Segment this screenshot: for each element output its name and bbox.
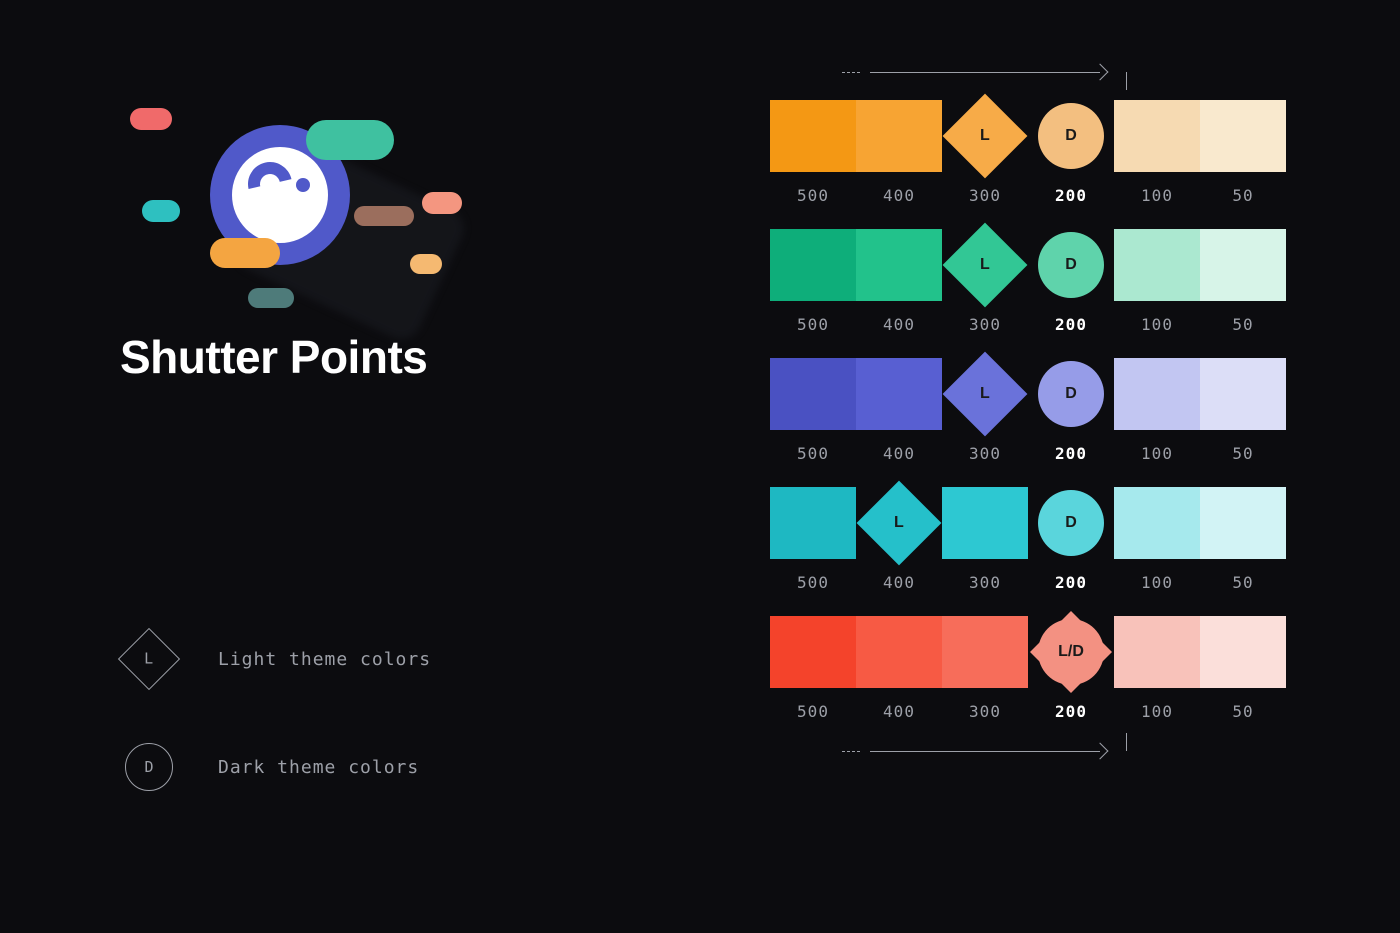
swatch bbox=[942, 616, 1028, 688]
swatch bbox=[1114, 100, 1200, 172]
color-ramps: LD50040030020010050LD50040030020010050LD… bbox=[770, 66, 1286, 771]
swatch bbox=[1114, 616, 1200, 688]
decor-pill bbox=[248, 288, 294, 308]
scale-label: 500 bbox=[770, 573, 856, 592]
legend-light-label: Light theme colors bbox=[218, 649, 431, 670]
swatch bbox=[1200, 358, 1286, 430]
swatch bbox=[770, 100, 856, 172]
swatch: L bbox=[856, 487, 942, 559]
swatch: L bbox=[942, 229, 1028, 301]
swatch: L/D bbox=[1028, 616, 1114, 688]
ramp-orange: LD 50040030020010050 bbox=[770, 100, 1286, 205]
scale-label: 100 bbox=[1114, 702, 1200, 721]
scale-label: 500 bbox=[770, 186, 856, 205]
scale-label: 100 bbox=[1114, 444, 1200, 463]
swatch bbox=[1200, 229, 1286, 301]
swatch: L bbox=[942, 100, 1028, 172]
scale-label: 50 bbox=[1200, 444, 1286, 463]
circle-icon: D bbox=[125, 743, 173, 791]
scale-label: 100 bbox=[1114, 573, 1200, 592]
scale-label: 500 bbox=[770, 315, 856, 334]
page-title: Shutter Points bbox=[120, 330, 640, 384]
decor-pill bbox=[422, 192, 462, 214]
scale-label: 400 bbox=[856, 702, 942, 721]
swatch: D bbox=[1028, 100, 1114, 172]
scale-label: 300 bbox=[942, 573, 1028, 592]
swatch bbox=[1114, 487, 1200, 559]
swatch bbox=[856, 100, 942, 172]
scale-label: 400 bbox=[856, 444, 942, 463]
swatch bbox=[770, 358, 856, 430]
swatch bbox=[1114, 229, 1200, 301]
diamond-icon: L bbox=[118, 628, 180, 690]
swatch bbox=[1200, 616, 1286, 688]
ramp-cyan: L D 50040030020010050 bbox=[770, 487, 1286, 592]
scale-label: 50 bbox=[1200, 702, 1286, 721]
swatch bbox=[770, 229, 856, 301]
scale-label: 50 bbox=[1200, 573, 1286, 592]
scale-arrow-top bbox=[870, 66, 1286, 92]
swatch: L bbox=[942, 358, 1028, 430]
scale-arrow-bottom bbox=[870, 745, 1286, 771]
scale-label: 500 bbox=[770, 444, 856, 463]
legend-light: L Light theme colors bbox=[120, 630, 431, 688]
swatch bbox=[770, 616, 856, 688]
swatch: D bbox=[1028, 487, 1114, 559]
decor-pill bbox=[306, 120, 394, 160]
decor-pill bbox=[142, 200, 180, 222]
swatch bbox=[942, 487, 1028, 559]
legend-dark: D Dark theme colors bbox=[120, 738, 431, 796]
scale-label: 50 bbox=[1200, 315, 1286, 334]
scale-label: 200 bbox=[1028, 186, 1114, 205]
scale-label: 400 bbox=[856, 186, 942, 205]
swatch: D bbox=[1028, 229, 1114, 301]
scale-label: 500 bbox=[770, 702, 856, 721]
legend-dark-label: Dark theme colors bbox=[218, 757, 419, 778]
swatch bbox=[1200, 487, 1286, 559]
scale-label: 50 bbox=[1200, 186, 1286, 205]
scale-label: 300 bbox=[942, 702, 1028, 721]
swatch bbox=[856, 358, 942, 430]
scale-label: 300 bbox=[942, 186, 1028, 205]
swatch bbox=[1200, 100, 1286, 172]
scale-label: 200 bbox=[1028, 444, 1114, 463]
decor-pill bbox=[130, 108, 172, 130]
swatch bbox=[856, 229, 942, 301]
scale-label: 400 bbox=[856, 315, 942, 334]
swatch bbox=[856, 616, 942, 688]
scale-label: 300 bbox=[942, 315, 1028, 334]
scale-label: 200 bbox=[1028, 315, 1114, 334]
swatch bbox=[1114, 358, 1200, 430]
ramp-teal-green: LD 50040030020010050 bbox=[770, 229, 1286, 334]
scale-label: 200 bbox=[1028, 573, 1114, 592]
legend: L Light theme colors D Dark theme colors bbox=[120, 630, 431, 846]
scale-label: 300 bbox=[942, 444, 1028, 463]
scale-label: 400 bbox=[856, 573, 942, 592]
decor-pill bbox=[210, 238, 280, 268]
decor-pill bbox=[354, 206, 414, 226]
scale-label: 100 bbox=[1114, 186, 1200, 205]
swatch: D bbox=[1028, 358, 1114, 430]
decor-pill bbox=[410, 254, 442, 274]
scale-label: 200 bbox=[1028, 702, 1114, 721]
ramp-indigo: LD 50040030020010050 bbox=[770, 358, 1286, 463]
scale-label: 100 bbox=[1114, 315, 1200, 334]
ramp-coral: L/D 50040030020010050 bbox=[770, 616, 1286, 721]
brand-logo bbox=[120, 80, 460, 300]
swatch bbox=[770, 487, 856, 559]
